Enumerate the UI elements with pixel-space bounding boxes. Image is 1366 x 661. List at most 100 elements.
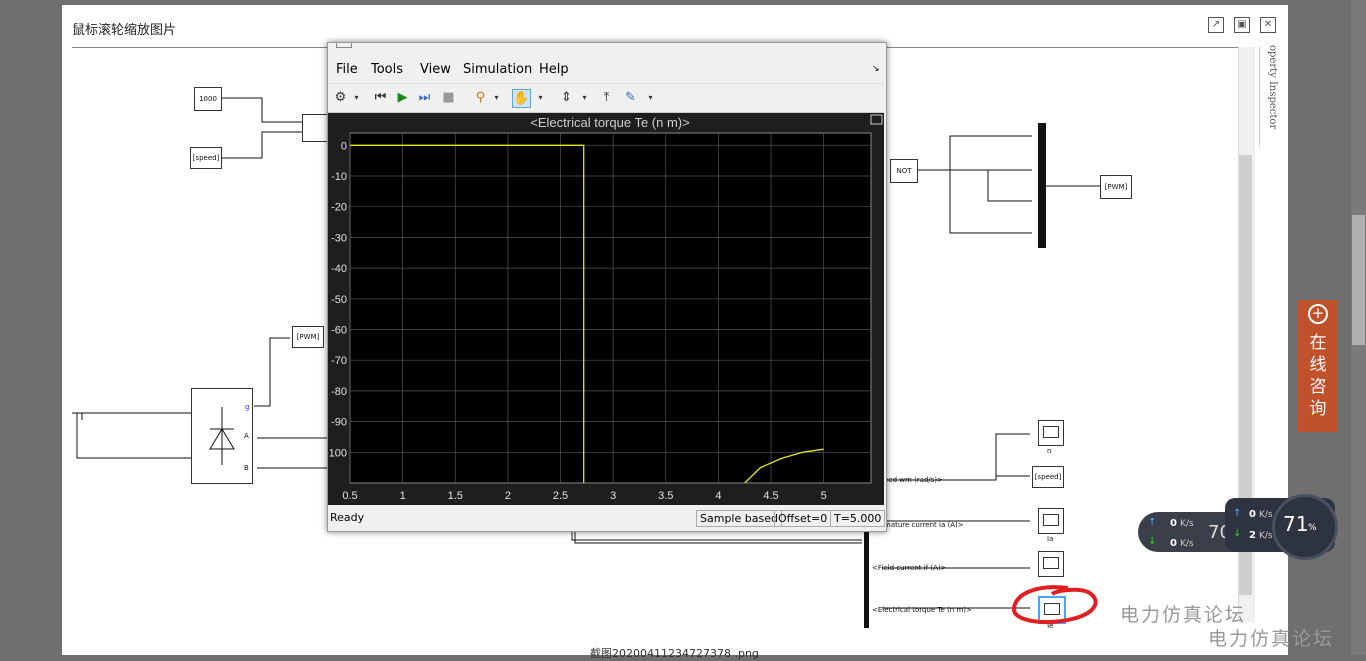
dialog-title: 鼠标滚轮缩放图片 <box>72 23 177 38</box>
x-tick-label: 4.5 <box>763 490 778 502</box>
upload-speed: 0 <box>1170 518 1177 529</box>
y-tick-label: 0 <box>341 140 347 152</box>
scope-icon <box>1043 557 1059 569</box>
x-tick-label: 3 <box>610 490 616 502</box>
chevron-down-icon[interactable]: ▾ <box>642 89 659 106</box>
step-forward-icon[interactable]: ⏭ <box>416 89 433 106</box>
chart-title: <Electrical torque Te (n m)> <box>530 115 689 130</box>
x-tick-label: 1.5 <box>448 490 463 502</box>
port-g-label: g <box>245 403 250 411</box>
x-tick-label: 0.5 <box>342 490 357 502</box>
port-a-label: A <box>244 432 249 440</box>
menu-tools[interactable]: Tools <box>371 62 403 77</box>
menu-file[interactable]: File <box>336 62 358 77</box>
scope-plot-area[interactable]: <Electrical torque Te (n m)> 0.5 1 1.5 2 2.5… <box>325 113 884 505</box>
torque-chart[interactable]: <Electrical torque Te (n m)> 0.5 1 1.5 2 2.5… <box>325 113 884 505</box>
image-filename: 截图20200411234727378 .png <box>590 647 759 660</box>
x-tick-label: 2.5 <box>553 490 568 502</box>
upload-unit: K/s <box>1259 510 1273 520</box>
restore-layout-icon[interactable]: ⤒ <box>598 89 615 106</box>
grid-layer <box>349 132 872 484</box>
undock-icon[interactable] <box>870 114 883 125</box>
x-tick-label: 4 <box>715 490 721 502</box>
scope-if-block[interactable] <box>1038 551 1064 577</box>
chevron-down-icon[interactable]: ▾ <box>348 89 365 106</box>
menu-simulation[interactable]: Simulation <box>463 62 532 77</box>
time-value: T=5.000 <box>830 510 886 527</box>
y-tick-label: -10 <box>331 171 347 183</box>
upload-unit: K/s <box>1180 519 1194 529</box>
not-block[interactable]: NOT <box>890 159 918 183</box>
download-arrow-icon: ↓ <box>1233 528 1242 539</box>
outer-scroll-thumb[interactable] <box>1352 215 1365 345</box>
menu-help[interactable]: Help <box>539 62 569 77</box>
thyristor-block[interactable]: g A B <box>191 388 253 484</box>
download-unit: K/s <box>1180 539 1194 549</box>
y-tick-label: -40 <box>331 263 347 275</box>
menu-view[interactable]: View <box>420 62 451 77</box>
scope-icon <box>1043 426 1059 438</box>
cpu-unit: % <box>1308 523 1317 533</box>
run-icon[interactable]: ▶ <box>394 89 411 106</box>
not-block-label: NOT <box>896 167 912 175</box>
signal-torque-label: <Electrical torque Te (n m)> <box>872 606 972 614</box>
settings-gear-icon[interactable]: ⚙ <box>332 89 349 106</box>
upload-arrow-icon: ↑ <box>1148 517 1157 528</box>
external-open-icon[interactable]: ↗ <box>1208 17 1224 33</box>
scope-ia-label: Ia <box>1047 535 1054 543</box>
red-circle-annotation <box>1012 585 1098 625</box>
constant-block[interactable]: 1000 <box>194 87 222 111</box>
close-icon[interactable]: ✕ <box>1260 17 1276 33</box>
goto-speed-right[interactable]: [speed] <box>1032 466 1064 488</box>
watermark: 电力仿真论坛 <box>1208 628 1335 650</box>
goto-pwm-right-label: [PWM] <box>1104 183 1128 191</box>
port-b-label: B <box>244 464 249 472</box>
consult-label: 在线咨询 <box>1309 333 1327 419</box>
constant-value: 1000 <box>199 95 217 103</box>
goto-speed-left[interactable]: [speed] <box>190 147 222 169</box>
network-speed-widget[interactable]: ↑ 0 K/s ↓ 0 K/s 70 <box>1138 512 1234 552</box>
from-pwm-left[interactable]: [PWM] <box>292 326 324 348</box>
goto-speed-left-label: [speed] <box>192 154 220 162</box>
signal-armature-label: mature current ia (A)> <box>884 521 964 529</box>
scope-n-block[interactable] <box>1038 420 1064 446</box>
y-tick-label: -30 <box>331 232 347 244</box>
plot-background <box>349 132 872 484</box>
chevron-down-icon[interactable]: ▾ <box>488 89 505 106</box>
chevron-down-icon[interactable]: ▾ <box>532 89 549 106</box>
cpu-value: 71 <box>1283 512 1309 536</box>
autoscale-icon[interactable]: ⇕ <box>558 89 575 106</box>
thyristor-icon <box>209 407 235 465</box>
sample-mode: Sample based <box>696 510 782 527</box>
signal-field-label: <Field current if (A)> <box>872 564 947 572</box>
scope-ia-block[interactable] <box>1038 508 1064 534</box>
online-consult-button[interactable]: + 在线咨询 <box>1298 300 1338 432</box>
signal-highlight-icon[interactable]: ⚲ <box>472 89 489 106</box>
stop-icon[interactable]: ■ <box>440 89 457 106</box>
maximize-icon[interactable]: ▣ <box>1234 17 1250 33</box>
upload-arrow-icon: ↑ <box>1233 508 1242 519</box>
scope-window[interactable]: File Tools View Simulation Help ↘ ⚙ ▾ ⏮ … <box>325 42 887 532</box>
scope-toolbar: ⚙ ▾ ⏮ ▶ ⏭ ■ ⚲ ▾ ✋ ▾ ⇕ ▾ ⤒ ✎ ▾ <box>328 83 884 113</box>
window-icon <box>336 43 352 48</box>
style-edit-icon[interactable]: ✎ <box>622 89 639 106</box>
goto-pwm-right[interactable]: [PWM] <box>1100 175 1132 199</box>
scope-statusbar: Ready Sample based Offset=0 T=5.000 <box>328 507 886 529</box>
status-text: Ready <box>330 511 365 524</box>
pan-hand-icon[interactable]: ✋ <box>512 89 531 108</box>
menu-overflow-icon[interactable]: ↘ <box>872 64 880 74</box>
x-tick-label: 1 <box>400 490 406 502</box>
y-tick-label: -90 <box>331 417 347 429</box>
sum-block[interactable] <box>302 114 328 142</box>
scope-n-label: n <box>1047 447 1052 455</box>
upload-speed: 0 <box>1249 509 1256 520</box>
signal-speed-label: eed wm (rad/s)> <box>884 476 943 484</box>
step-back-icon[interactable]: ⏮ <box>372 89 389 106</box>
offset-value: Offset=0 <box>774 510 832 527</box>
y-tick-label: -60 <box>331 324 347 336</box>
chevron-down-icon[interactable]: ▾ <box>576 89 593 106</box>
y-tick-label: -70 <box>331 355 347 367</box>
cpu-gauge[interactable]: 71 % <box>1272 494 1338 560</box>
y-tick-label: -50 <box>331 294 347 306</box>
watermark: 电力仿真论坛 <box>1120 604 1247 626</box>
